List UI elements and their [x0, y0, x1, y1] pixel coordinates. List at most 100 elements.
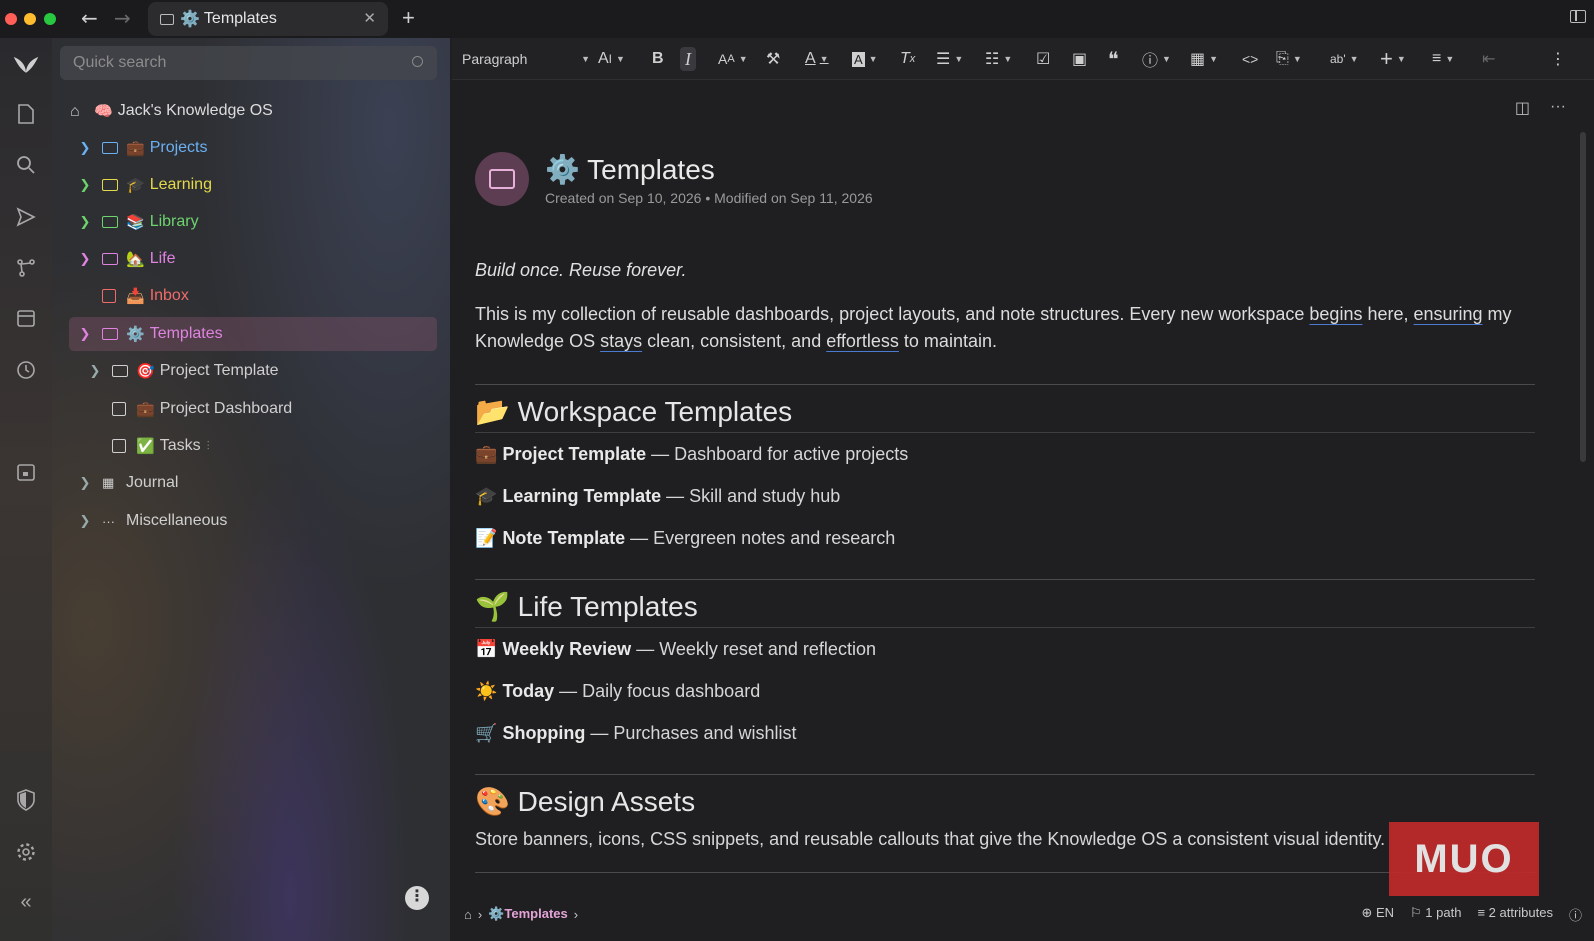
- chevron-right-icon[interactable]: ❯: [78, 140, 92, 156]
- root-label: Jack's Knowledge OS: [117, 102, 273, 119]
- tree-item-library[interactable]: ❯ 📚 Library: [78, 205, 199, 239]
- close-tab-icon[interactable]: ✕: [363, 9, 376, 27]
- chevron-right-icon[interactable]: ❯: [78, 177, 92, 193]
- code-block-icon[interactable]: ⎘ ▼: [1276, 47, 1302, 71]
- calendar-icon: ▦: [102, 475, 115, 490]
- more-toolbar-icon[interactable]: ⋮: [1550, 47, 1566, 71]
- tree-item-learning[interactable]: ❯ 🎓 Learning: [78, 168, 212, 202]
- chevron-right-icon[interactable]: ❯: [78, 214, 92, 230]
- search-icon: [412, 56, 423, 67]
- todo-list-icon[interactable]: ☑: [1036, 47, 1050, 71]
- chevron-right-icon: ›: [477, 906, 483, 922]
- chevron-right-icon[interactable]: ›: [574, 907, 578, 922]
- chevron-right-icon[interactable]: ❯: [78, 513, 92, 529]
- breadcrumb-current[interactable]: ⚙️Templates: [488, 906, 568, 922]
- title-emoji: ⚙️: [545, 154, 580, 185]
- divider: [475, 872, 1535, 873]
- code-icon[interactable]: <>: [1242, 47, 1258, 71]
- bold-icon[interactable]: B: [652, 47, 664, 71]
- text-case-icon[interactable]: A A ▼: [718, 47, 748, 71]
- gear-icon[interactable]: [12, 838, 40, 866]
- folder-icon: [112, 365, 128, 377]
- section-heading: 🎨 Design Assets: [475, 786, 696, 817]
- tree-item-inbox[interactable]: 📥 Inbox: [102, 279, 189, 313]
- tree-menu-button[interactable]: ⋮: [405, 886, 429, 910]
- app-logo-icon[interactable]: [12, 50, 40, 78]
- insert-plus-icon[interactable]: + ▼: [1380, 46, 1406, 71]
- new-note-icon[interactable]: [12, 100, 40, 128]
- list-item: 💼 Project Template — Dashboard for activ…: [475, 444, 909, 464]
- clear-format-icon[interactable]: Tx: [900, 47, 915, 71]
- quote-icon[interactable]: ❝: [1108, 47, 1119, 71]
- align-icon[interactable]: ≡ ▼: [1432, 47, 1454, 71]
- table-icon[interactable]: ▦ ▼: [1190, 47, 1218, 71]
- highlight-color-icon[interactable]: A ▼: [852, 47, 878, 71]
- tab-templates[interactable]: ⚙️ Templates ✕: [148, 2, 388, 36]
- quick-search-input[interactable]: Quick search: [60, 46, 437, 80]
- text-color-icon[interactable]: A ▼: [805, 47, 829, 71]
- list-item: ☀️ Today — Daily focus dashboard: [475, 681, 761, 701]
- folder-icon: [102, 142, 118, 154]
- folder-icon: [102, 328, 118, 340]
- forward-arrow-icon[interactable]: →: [114, 6, 131, 30]
- note-title[interactable]: ⚙️ Templates: [545, 153, 715, 186]
- note-icon-button[interactable]: [475, 152, 529, 206]
- minimize-window-button[interactable]: [24, 13, 36, 25]
- tree-item-tasks[interactable]: ✅ Tasks ⫶: [112, 429, 210, 463]
- calendar-icon[interactable]: [12, 304, 40, 332]
- font-size-icon[interactable]: A I ▼: [598, 47, 625, 71]
- search-icon[interactable]: [12, 151, 40, 179]
- close-window-button[interactable]: [5, 13, 17, 25]
- spellcheck-icon[interactable]: ab' ▼: [1330, 47, 1359, 71]
- chevron-down-icon[interactable]: ❯: [78, 326, 92, 342]
- note-paths-indicator[interactable]: ⚐ 1 path: [1410, 905, 1461, 924]
- maximize-window-button[interactable]: [44, 13, 56, 25]
- split-pane-icon[interactable]: ◫: [1515, 98, 1530, 118]
- tagline: Build once. Reuse forever.: [475, 260, 687, 280]
- right-pane-toggle-icon[interactable]: [1570, 10, 1586, 23]
- shield-icon[interactable]: [12, 786, 40, 814]
- item-label: Journal: [126, 474, 179, 491]
- tree-item-templates[interactable]: ❯ ⚙️ Templates: [69, 317, 437, 351]
- outdent-icon[interactable]: ⇤: [1482, 47, 1495, 71]
- tree-item-life[interactable]: ❯ 🏡 Life: [78, 242, 176, 276]
- back-arrow-icon[interactable]: ←: [81, 6, 98, 30]
- format-painter-icon[interactable]: ⚒: [766, 47, 780, 71]
- item-emoji: 🎯: [136, 363, 155, 380]
- tree-root[interactable]: ⌂ 🧠 Jack's Knowledge OS: [70, 94, 273, 128]
- chevron-right-icon[interactable]: ❯: [88, 363, 102, 379]
- bulleted-list-icon[interactable]: ☰ ▼: [936, 47, 963, 71]
- chevron-down-icon: ▼: [581, 54, 590, 64]
- note-tree-sidebar: Quick search ⌂ 🧠 Jack's Knowledge OS ❯ 💼…: [52, 38, 450, 941]
- attributes-indicator[interactable]: ≡ 2 attributes: [1477, 905, 1553, 924]
- info-icon[interactable]: ⓘ: [1569, 905, 1582, 924]
- spell-underline: begins: [1309, 304, 1363, 324]
- italic-icon[interactable]: I: [680, 47, 696, 71]
- tree-item-journal[interactable]: ❯ ▦ Journal: [78, 466, 179, 500]
- collapse-sidebar-icon[interactable]: «: [12, 888, 40, 916]
- chevron-right-icon[interactable]: ❯: [78, 475, 92, 491]
- language-indicator[interactable]: ⊕ EN: [1361, 905, 1394, 924]
- tree-item-project-template[interactable]: ❯ 🎯 Project Template: [88, 354, 279, 388]
- scrollbar[interactable]: [1580, 132, 1586, 462]
- chevron-right-icon[interactable]: ❯: [78, 251, 92, 267]
- tree-item-project-dashboard[interactable]: 💼 Project Dashboard: [112, 392, 292, 426]
- insert-image-icon[interactable]: ▣: [1072, 47, 1087, 71]
- block-type-select[interactable]: Paragraph ▼: [462, 47, 592, 71]
- tree-item-miscellaneous[interactable]: ❯ ··· Miscellaneous: [78, 504, 228, 538]
- home-icon[interactable]: ⌂: [464, 907, 472, 922]
- more-options-icon[interactable]: ···: [1550, 98, 1566, 118]
- send-icon[interactable]: [12, 203, 40, 231]
- list-item: 📝 Note Template — Evergreen notes and re…: [475, 528, 896, 548]
- admonition-icon[interactable]: ⓘ ▼: [1142, 47, 1171, 71]
- new-tab-button[interactable]: +: [402, 5, 415, 31]
- item-emoji: 💼: [136, 401, 155, 418]
- history-icon[interactable]: [12, 356, 40, 384]
- home-icon: ⌂: [70, 103, 80, 120]
- folder-icon: [102, 216, 118, 228]
- tree-item-projects[interactable]: ❯ 💼 Projects: [78, 131, 208, 165]
- today-calendar-icon[interactable]: [12, 458, 40, 486]
- note-map-icon[interactable]: [12, 254, 40, 282]
- note-content[interactable]: Build once. Reuse forever. This is my co…: [475, 260, 1535, 873]
- numbered-list-icon[interactable]: ☷ ▼: [985, 47, 1012, 71]
